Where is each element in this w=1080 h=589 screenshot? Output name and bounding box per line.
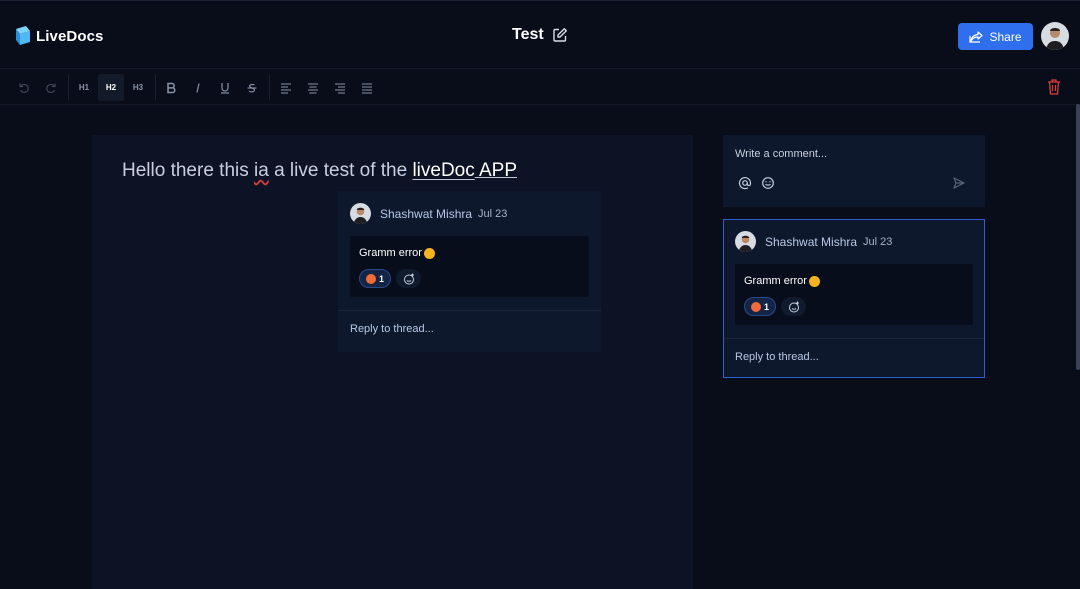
align-center-icon bbox=[308, 83, 318, 93]
bold-icon bbox=[167, 82, 176, 93]
align-right-button[interactable] bbox=[327, 74, 353, 101]
thread-divider bbox=[338, 310, 601, 311]
reaction-count: 1 bbox=[378, 273, 384, 284]
user-avatar[interactable] bbox=[1041, 22, 1069, 50]
toolbar-divider bbox=[155, 75, 156, 100]
thread-divider bbox=[724, 338, 984, 339]
align-left-button[interactable] bbox=[273, 74, 299, 101]
toolbar-divider bbox=[68, 75, 69, 100]
heading-1-button[interactable]: H1 bbox=[71, 74, 97, 101]
align-center-button[interactable] bbox=[300, 74, 326, 101]
document-title-area: Test bbox=[512, 26, 568, 44]
italic-button[interactable] bbox=[185, 74, 211, 101]
reply-to-thread[interactable]: Reply to thread... bbox=[735, 351, 819, 363]
share-button[interactable]: Share bbox=[958, 23, 1033, 50]
comment-body: Gramm error 1 bbox=[735, 264, 973, 325]
italic-icon bbox=[196, 82, 200, 93]
undo-icon bbox=[19, 83, 29, 93]
comment-message: Gramm error bbox=[359, 247, 422, 259]
smirk-emoji-icon bbox=[808, 275, 820, 287]
align-justify-icon bbox=[362, 83, 372, 93]
redo-icon bbox=[46, 83, 56, 93]
align-justify-button[interactable] bbox=[354, 74, 380, 101]
align-right-icon bbox=[335, 83, 345, 93]
livedocs-logo-icon bbox=[16, 26, 30, 45]
add-emoji-icon bbox=[788, 301, 799, 312]
comment-body: Gramm error 1 bbox=[350, 236, 589, 297]
comment-header: Shashwat Mishra Jul 23 bbox=[350, 203, 507, 224]
editor-text-segment: APP bbox=[474, 160, 518, 181]
add-emoji-icon bbox=[403, 273, 414, 284]
redo-button[interactable] bbox=[38, 74, 64, 101]
trash-icon[interactable] bbox=[1046, 78, 1062, 96]
comment-message: Gramm error bbox=[744, 275, 807, 287]
reaction-chip[interactable]: 1 bbox=[359, 269, 391, 288]
reaction-chip[interactable]: 1 bbox=[744, 297, 776, 316]
add-reaction-button[interactable] bbox=[781, 297, 806, 316]
comment-text: Gramm error bbox=[359, 247, 435, 259]
reaction-count: 1 bbox=[763, 301, 769, 312]
spelling-error-word[interactable]: ia bbox=[254, 160, 269, 181]
share-button-label: Share bbox=[989, 29, 1022, 44]
comment-author: Shashwat Mishra bbox=[765, 234, 858, 249]
edit-icon[interactable] bbox=[552, 27, 568, 43]
underline-icon bbox=[221, 82, 229, 94]
comment-date: Jul 23 bbox=[863, 235, 893, 248]
smirk-emoji-icon bbox=[423, 247, 435, 259]
heading-3-button[interactable]: H3 bbox=[125, 74, 151, 101]
comment-text: Gramm error bbox=[744, 275, 820, 287]
floating-comment-thread[interactable]: Shashwat Mishra Jul 23 Gramm error 1 Rep… bbox=[338, 191, 601, 352]
underline-button[interactable] bbox=[212, 74, 238, 101]
formatting-toolbar: H1 H2 H3 bbox=[0, 70, 1080, 105]
commenter-avatar bbox=[350, 203, 371, 224]
commenter-avatar bbox=[735, 231, 756, 252]
commented-text-highlight[interactable]: liveDoc bbox=[412, 160, 474, 181]
toolbar-divider bbox=[269, 75, 270, 100]
comment-date: Jul 23 bbox=[478, 207, 508, 220]
app-name: LiveDocs bbox=[36, 27, 104, 45]
bold-button[interactable] bbox=[158, 74, 184, 101]
strikethrough-button[interactable] bbox=[239, 74, 265, 101]
share-icon bbox=[969, 30, 984, 43]
undo-button[interactable] bbox=[11, 74, 37, 101]
mention-icon[interactable] bbox=[738, 176, 752, 190]
editor-text-segment: Hello there this bbox=[122, 160, 255, 181]
grinning-emoji-icon bbox=[365, 273, 376, 284]
comment-input[interactable] bbox=[735, 146, 965, 162]
reply-to-thread[interactable]: Reply to thread... bbox=[350, 323, 434, 335]
emoji-icon[interactable] bbox=[761, 176, 775, 190]
comment-composer bbox=[723, 135, 985, 207]
sidebar-comment-thread[interactable]: Shashwat Mishra Jul 23 Gramm error 1 Rep… bbox=[723, 219, 985, 378]
page-scrollbar[interactable] bbox=[1076, 104, 1080, 370]
heading-2-button[interactable]: H2 bbox=[98, 74, 124, 101]
top-header: LiveDocs Test Share bbox=[0, 0, 1080, 69]
editor-paragraph[interactable]: Hello there this ia a live test of the l… bbox=[122, 160, 517, 182]
add-reaction-button[interactable] bbox=[396, 269, 421, 288]
send-icon[interactable] bbox=[952, 176, 966, 190]
comment-header: Shashwat Mishra Jul 23 bbox=[735, 231, 892, 252]
strikethrough-icon bbox=[247, 83, 257, 92]
editor-text-segment: a live test of the bbox=[268, 160, 413, 181]
align-left-icon bbox=[281, 83, 291, 93]
comment-author: Shashwat Mishra bbox=[380, 206, 473, 221]
grinning-emoji-icon bbox=[750, 301, 761, 312]
document-title[interactable]: Test bbox=[512, 26, 544, 44]
app-logo[interactable]: LiveDocs bbox=[14, 25, 104, 47]
